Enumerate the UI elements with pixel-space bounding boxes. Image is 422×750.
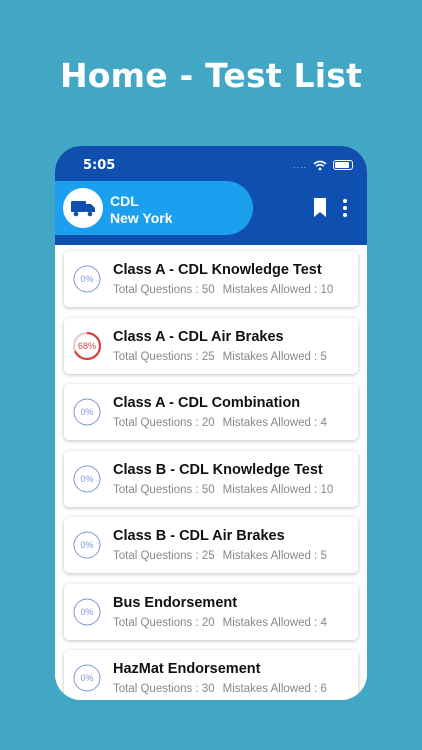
- truck-avatar: [63, 188, 103, 228]
- progress-label: 0%: [80, 473, 94, 484]
- state-selector[interactable]: CDL New York: [55, 181, 253, 235]
- test-title: Class A - CDL Knowledge Test: [113, 262, 322, 278]
- mistakes-allowed: Mistakes Allowed : 4: [222, 417, 327, 429]
- progress-label: 68%: [77, 340, 96, 351]
- bookmark-icon[interactable]: [311, 197, 329, 219]
- test-card[interactable]: 0% Class B - CDL Knowledge Test Total Ques…: [64, 450, 358, 507]
- total-questions: Total Questions : 50: [113, 483, 215, 496]
- phone-screen: 5:05 .... CDL New York 0% Class A - CDL …: [55, 146, 367, 700]
- progress-label: 0%: [80, 407, 94, 417]
- truck-icon: [71, 201, 95, 217]
- test-title: Class A - CDL Air Brakes: [113, 328, 284, 345]
- test-title: Class A - CDL Combination: [113, 395, 301, 411]
- test-card[interactable]: 0% HazMat Endorsement Total Questions : 30…: [64, 650, 358, 700]
- mistakes-allowed: Mistakes Allowed : 5: [222, 550, 327, 562]
- total-questions: Total Questions : 20: [113, 616, 215, 629]
- test-card[interactable]: 68% Class A - CDL Air Brakes Total Questio…: [64, 317, 358, 374]
- test-meta: Total Questions : 30 Mistakes Allowed : 6: [113, 683, 327, 695]
- mistakes-allowed: Mistakes Allowed : 10: [222, 284, 334, 296]
- mistakes-allowed: Mistakes Allowed : 6: [222, 683, 327, 695]
- test-meta: Total Questions : 50 Mistakes Allowed : 1…: [113, 484, 333, 496]
- progress-label: 0%: [80, 540, 94, 550]
- test-title: Class B - CDL Knowledge Test: [113, 461, 323, 478]
- mistakes-allowed: Mistakes Allowed : 5: [222, 350, 327, 363]
- total-questions: Total Questions : 25: [113, 550, 215, 562]
- progress-label: 0%: [80, 606, 94, 617]
- promo-headline: Home - Test List: [59, 56, 363, 95]
- status-icons: ....: [293, 158, 353, 172]
- more-vertical-icon[interactable]: [339, 197, 351, 219]
- status-time: 5:05: [83, 158, 116, 173]
- total-questions: Total Questions : 30: [113, 683, 215, 695]
- test-title: Bus Endorsement: [113, 594, 238, 611]
- mistakes-allowed: Mistakes Allowed : 10: [222, 483, 334, 496]
- test-title: Class B - CDL Air Brakes: [113, 528, 285, 544]
- test-card[interactable]: 0% Class A - CDL Combination Total Questio…: [64, 384, 358, 440]
- test-meta: Total Questions : 25 Mistakes Allowed : 5: [113, 550, 327, 562]
- test-meta: Total Questions : 50 Mistakes Allowed : 1…: [113, 284, 333, 296]
- total-questions: Total Questions : 50: [113, 284, 215, 296]
- test-list: 0% Class A - CDL Knowledge Test Total Ques…: [55, 245, 367, 700]
- app-header: 5:05 .... CDL New York: [55, 146, 367, 245]
- battery-icon: [333, 160, 353, 170]
- total-questions: Total Questions : 25: [113, 350, 215, 363]
- signal-dots-icon: ....: [292, 160, 307, 170]
- test-card[interactable]: 0% Class B - CDL Air Brakes Total Question…: [64, 517, 358, 573]
- mistakes-allowed: Mistakes Allowed : 4: [222, 616, 327, 629]
- test-meta: Total Questions : 25 Mistakes Allowed : 5: [113, 351, 327, 363]
- test-title: HazMat Endorsement: [113, 661, 261, 677]
- test-card[interactable]: 0% Class A - CDL Knowledge Test Total Ques…: [64, 251, 358, 307]
- header-subtitle: New York: [110, 210, 173, 226]
- test-meta: Total Questions : 20 Mistakes Allowed : 4: [113, 417, 327, 429]
- total-questions: Total Questions : 20: [113, 417, 215, 429]
- progress-label: 0%: [80, 274, 94, 284]
- test-meta: Total Questions : 20 Mistakes Allowed : 4: [113, 617, 327, 629]
- wifi-icon: [313, 160, 327, 170]
- progress-label: 0%: [80, 673, 94, 683]
- header-title: CDL: [110, 193, 139, 209]
- test-card[interactable]: 0% Bus Endorsement Total Questions : 20 Mis…: [64, 583, 358, 640]
